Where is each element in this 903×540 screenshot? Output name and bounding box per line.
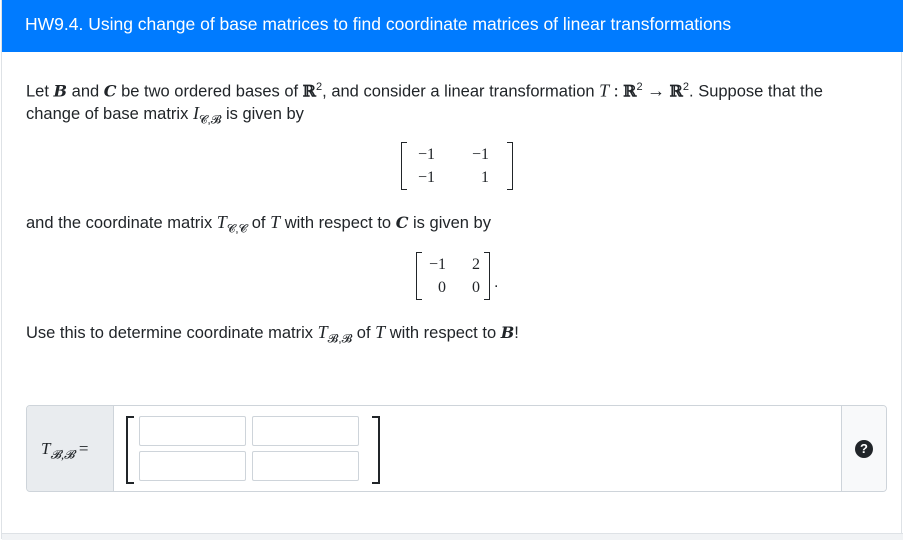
period: . [494, 274, 499, 291]
bracket-right [484, 252, 490, 300]
problem-line-2: change of base matrix I𝓒,𝓑 is given by [26, 100, 304, 132]
bracket-right [507, 142, 513, 190]
text: with respect to [389, 324, 497, 342]
matrix-cell: 0 [438, 279, 446, 296]
question-title: HW9.4. Using change of base matrices to … [25, 14, 732, 34]
text: is given by [225, 105, 304, 123]
basis-b-symbol: B [500, 323, 515, 342]
matrix-cell: 1 [481, 169, 489, 186]
text: be two ordered bases of [121, 82, 299, 101]
text: is given by [413, 214, 491, 232]
matrix-cell: −1 [471, 146, 489, 163]
real-symbol: ℝ [623, 81, 637, 101]
real-symbol: ℝ [302, 81, 317, 101]
text: with respect to [284, 214, 392, 232]
matrix-input-r1c2[interactable] [252, 416, 359, 446]
text: of [356, 324, 371, 342]
problem-line-4: Use this to determine coordinate matrix … [26, 319, 519, 351]
text: Let [26, 82, 49, 101]
question-card: HW9.4. Using change of base matrices to … [1, 0, 903, 540]
transform-symbol: T [270, 212, 281, 232]
matrix-input-r2c2[interactable] [252, 451, 359, 481]
arrow: → [642, 80, 670, 101]
text: and the coordinate matrix [26, 214, 213, 232]
equals-sign: = [74, 439, 89, 458]
coordinate-matrix-cc: −1 2 0 0 [416, 252, 490, 300]
answer-bracket-right [372, 416, 380, 484]
transform-symbol: T [216, 212, 227, 232]
answer-label: T𝓑,𝓑 = [27, 406, 114, 491]
subscript: 𝓒,𝓒 [226, 221, 248, 236]
problem-line-3: and the coordinate matrix T𝓒,𝓒 of T with… [26, 209, 491, 241]
matrix-cell: 0 [472, 279, 480, 296]
transform-symbol: T [317, 322, 328, 342]
answer-input-group: T𝓑,𝓑 = ? [26, 405, 887, 492]
basis-b-symbol: B [53, 81, 68, 101]
text: and [71, 82, 100, 101]
question-circle-icon: ? [855, 440, 873, 458]
text: Use this to determine coordinate matrix [26, 324, 314, 342]
matrix-cell: −1 [417, 146, 435, 163]
subscript: 𝓑,𝓑 [327, 331, 353, 346]
subscript: 𝓑,𝓑 [50, 447, 75, 462]
change-of-base-matrix: −1 −1 −1 1 [401, 142, 513, 190]
text: change of base matrix [26, 105, 189, 123]
answer-bracket-left [126, 416, 134, 484]
matrix-cell: 2 [472, 256, 480, 273]
matrix-input-r2c1[interactable] [139, 451, 246, 481]
basis-c-symbol: C [395, 213, 409, 232]
question-header: HW9.4. Using change of base matrices to … [2, 0, 903, 52]
matrix-cell: −1 [428, 256, 446, 273]
text: ! [514, 324, 519, 342]
matrix-cell: −1 [417, 169, 435, 186]
help-button[interactable]: ? [841, 406, 886, 491]
real-symbol: ℝ [669, 81, 683, 101]
transform-symbol: T [599, 80, 610, 101]
matrix-input-r1c1[interactable] [139, 416, 246, 446]
subscript: 𝓒,𝓑 [198, 112, 222, 127]
answer-label-text: T𝓑,𝓑 = [41, 439, 88, 462]
text: . Suppose that the [689, 82, 823, 101]
text: of [251, 214, 266, 232]
colon: : [609, 80, 624, 101]
text: , and consider a linear transformation [322, 82, 595, 101]
transform-symbol: T [375, 322, 386, 342]
basis-c-symbol: C [103, 81, 117, 101]
